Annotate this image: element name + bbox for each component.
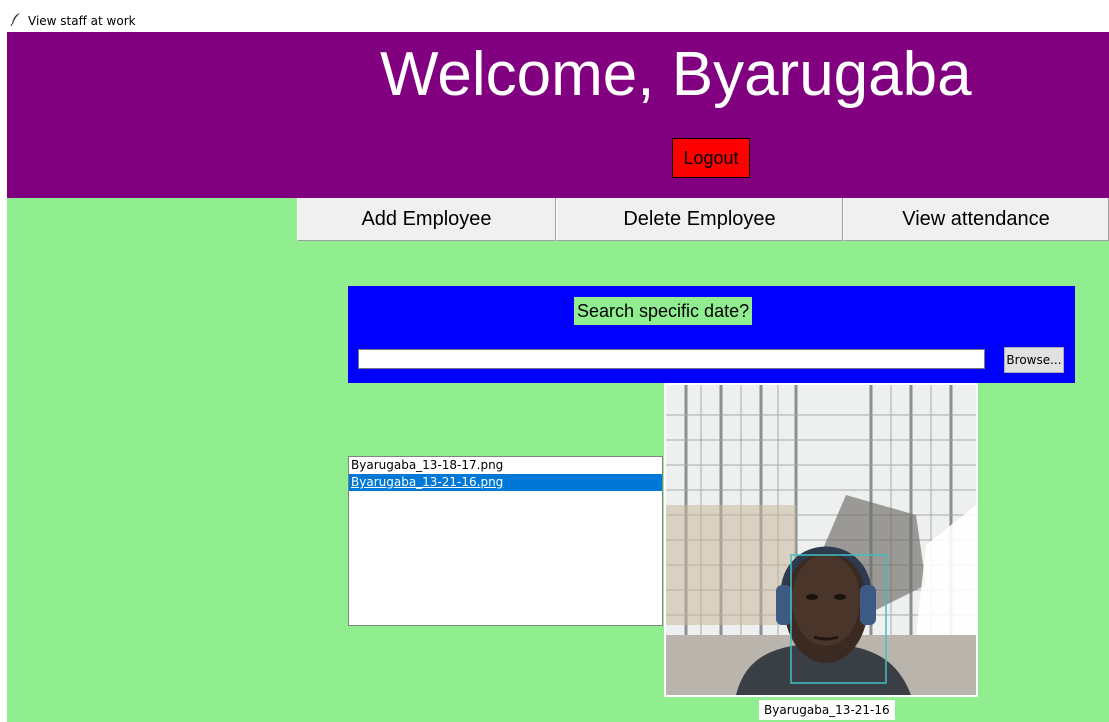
window-left-edge <box>0 32 7 722</box>
captured-photo-image <box>666 385 976 695</box>
window-title: View staff at work <box>28 14 136 28</box>
list-item-selected[interactable]: Byarugaba_13-21-16.png <box>349 474 662 491</box>
logout-button[interactable]: Logout <box>672 138 750 178</box>
nav-bar: Add Employee Delete Employee View attend… <box>297 198 1109 241</box>
delete-employee-button[interactable]: Delete Employee <box>556 198 843 241</box>
welcome-heading: Welcome, Byarugaba <box>380 40 972 109</box>
browse-button[interactable]: Browse... <box>1004 347 1064 373</box>
view-attendance-button[interactable]: View attendance <box>843 198 1109 241</box>
list-item[interactable]: Byarugaba_13-18-17.png <box>349 457 662 474</box>
date-search-input[interactable] <box>358 349 985 369</box>
search-date-label: Search specific date? <box>574 297 753 325</box>
window-titlebar: View staff at work <box>0 0 1109 32</box>
image-file-list[interactable]: Byarugaba_13-18-17.png Byarugaba_13-21-1… <box>348 456 663 626</box>
photo-preview <box>664 383 978 697</box>
add-employee-button[interactable]: Add Employee <box>297 198 556 241</box>
feather-icon <box>10 13 20 26</box>
photo-caption: Byarugaba_13-21-16 <box>759 700 895 720</box>
